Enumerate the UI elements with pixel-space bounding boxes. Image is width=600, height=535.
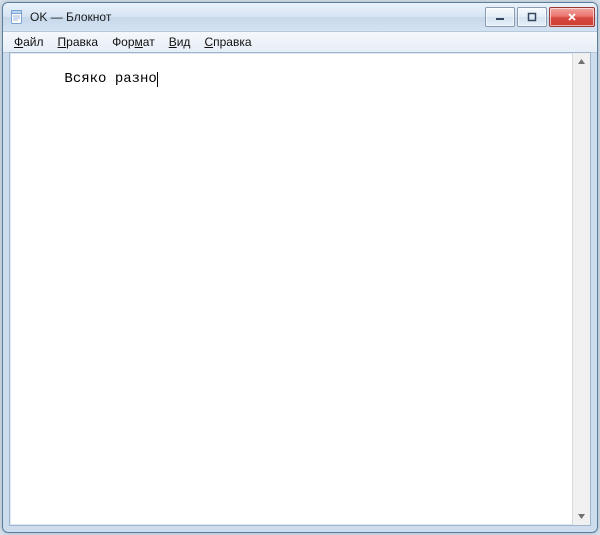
menu-format[interactable]: Формат bbox=[105, 34, 162, 50]
notepad-icon bbox=[9, 9, 25, 25]
vertical-scrollbar[interactable] bbox=[572, 53, 590, 525]
menu-edit[interactable]: Правка bbox=[51, 34, 106, 50]
minimize-button[interactable] bbox=[485, 7, 515, 27]
scroll-down-icon[interactable] bbox=[573, 508, 590, 525]
menu-bar: Файл Правка Формат Вид Справка bbox=[3, 32, 597, 53]
editor-content: Всяко разно bbox=[64, 71, 156, 87]
text-caret bbox=[157, 72, 158, 87]
title-bar[interactable]: OK — Блокнот bbox=[3, 3, 597, 32]
maximize-button[interactable] bbox=[517, 7, 547, 27]
menu-help[interactable]: Справка bbox=[197, 34, 258, 50]
window-controls bbox=[483, 7, 595, 27]
notepad-window: OK — Блокнот Файл Правка Формат Вид Спра… bbox=[2, 2, 598, 533]
client-area: Всяко разно bbox=[9, 52, 591, 526]
scroll-up-icon[interactable] bbox=[573, 53, 590, 70]
menu-file[interactable]: Файл bbox=[7, 34, 51, 50]
menu-view[interactable]: Вид bbox=[162, 34, 198, 50]
text-editor[interactable]: Всяко разно bbox=[10, 53, 572, 525]
scroll-track[interactable] bbox=[573, 70, 590, 508]
window-title: OK — Блокнот bbox=[30, 10, 483, 24]
close-button[interactable] bbox=[549, 7, 595, 27]
